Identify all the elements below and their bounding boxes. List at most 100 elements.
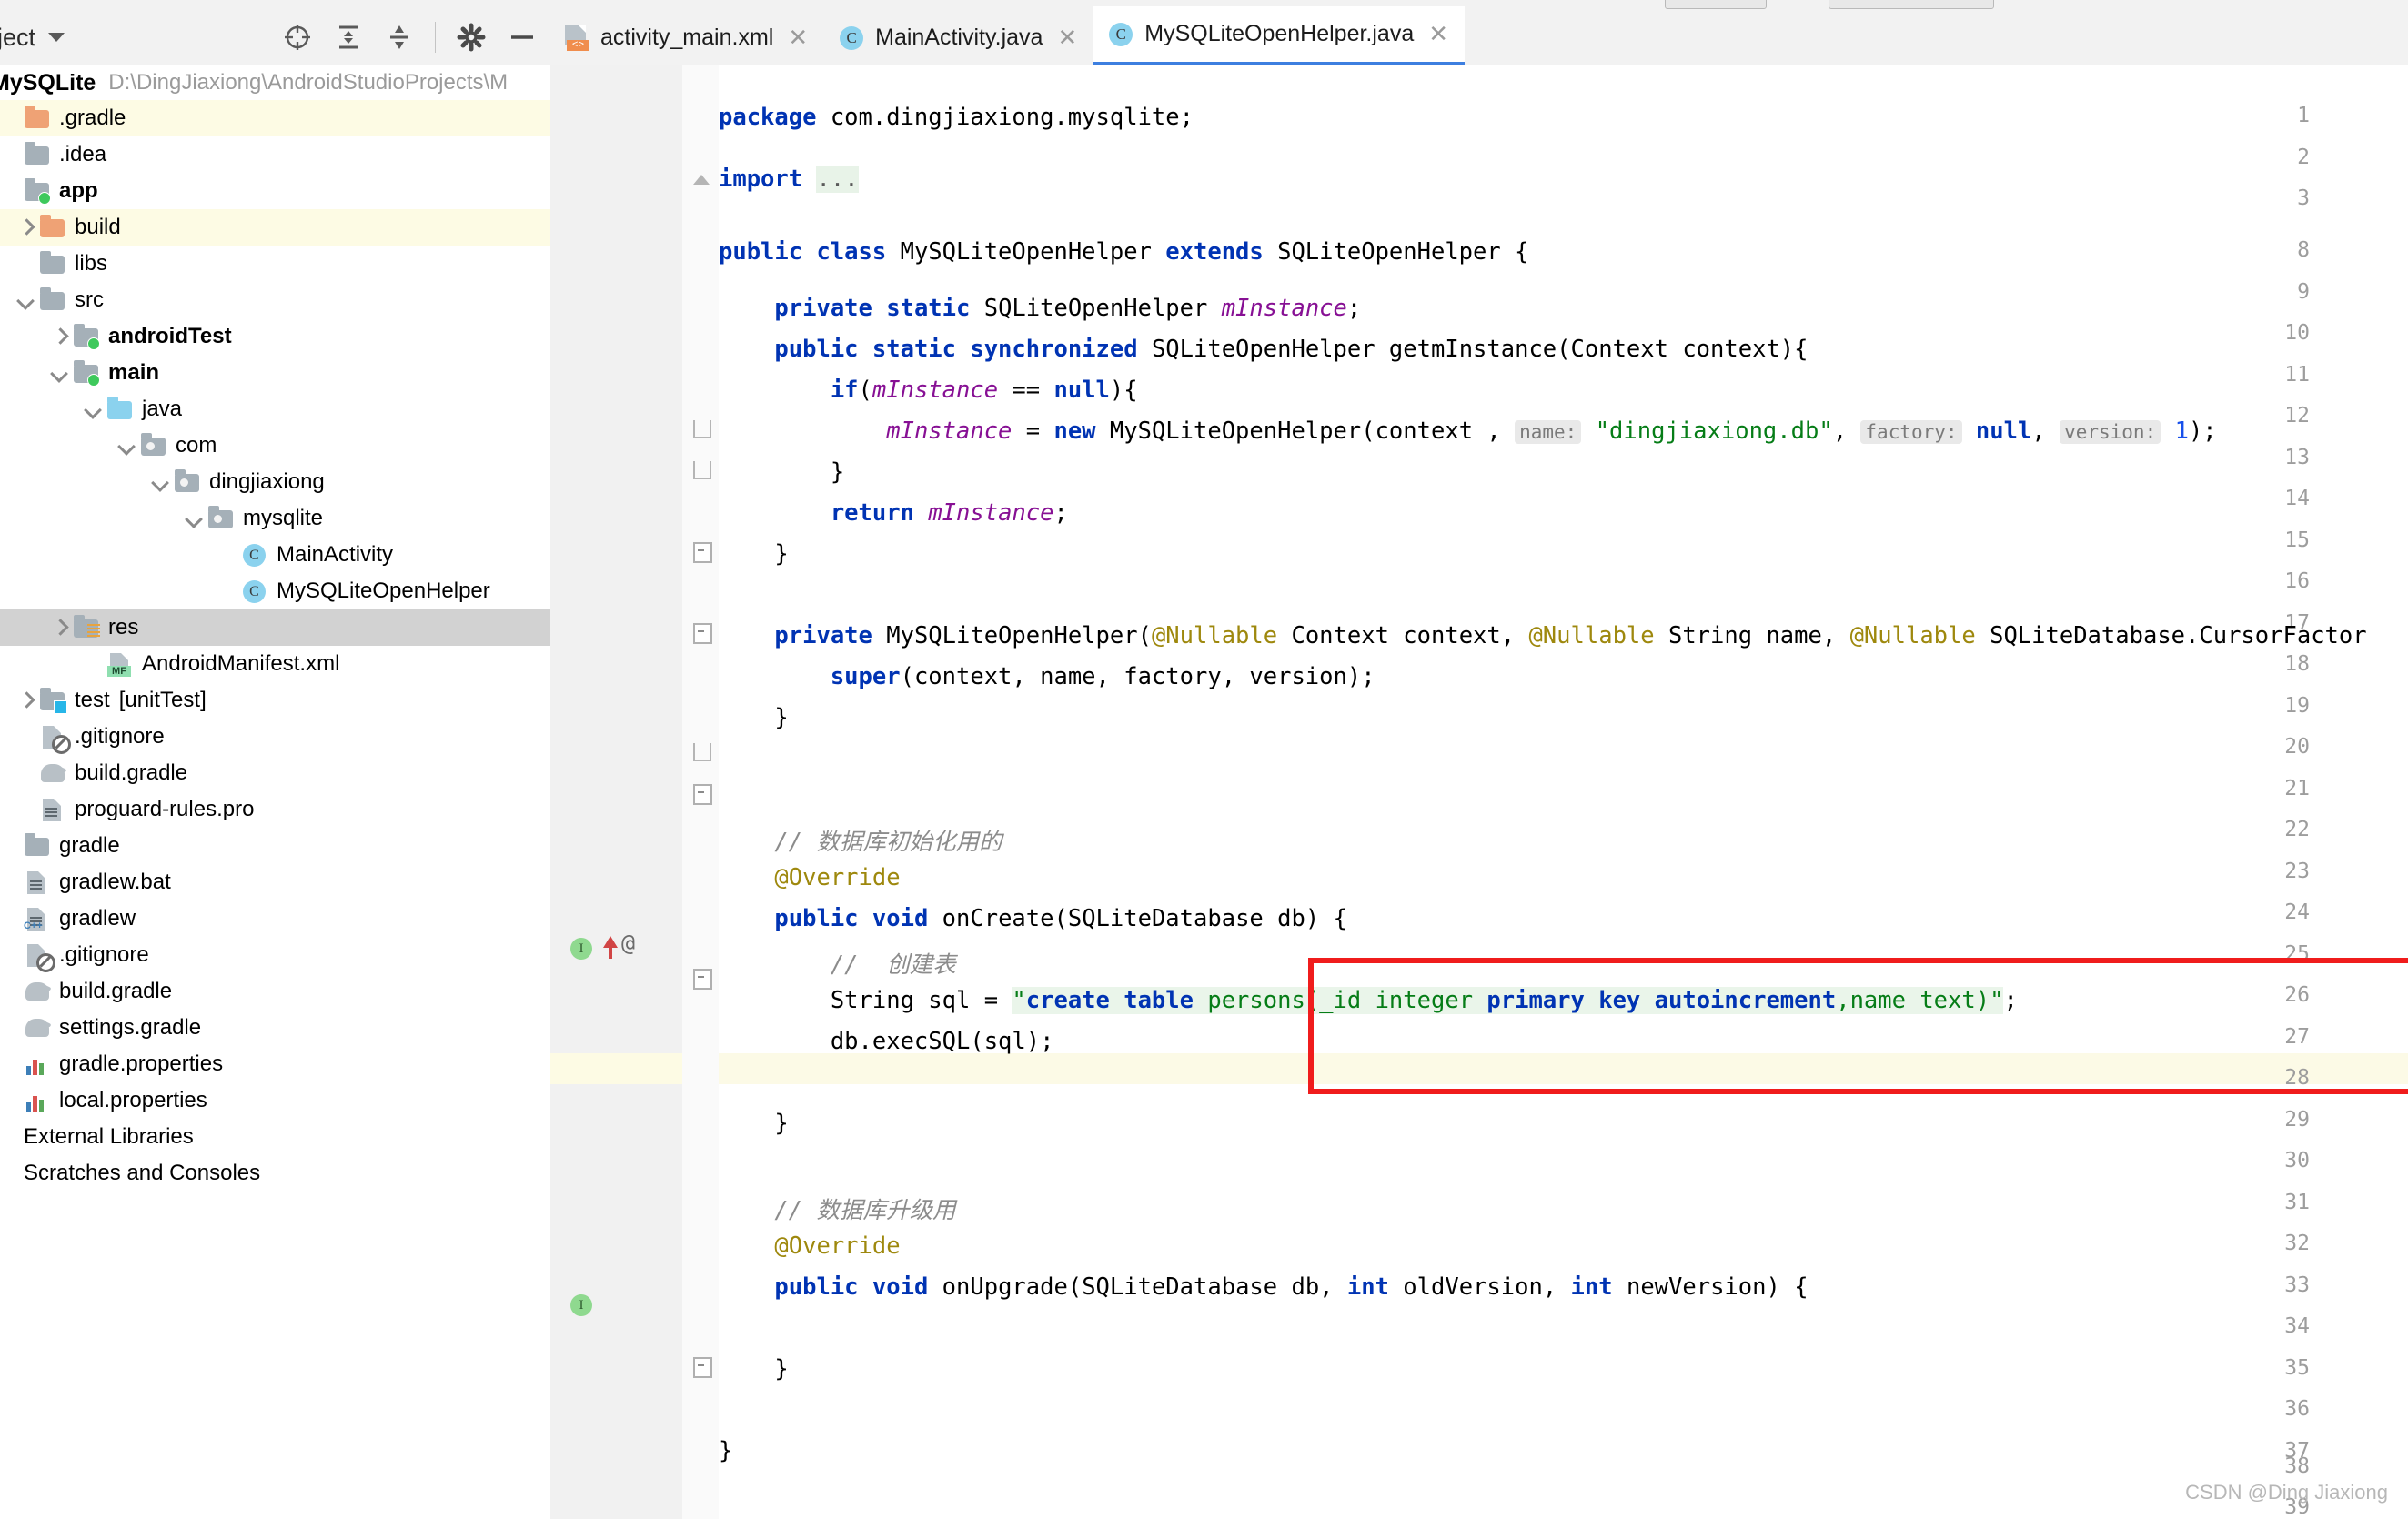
tree-item-src[interactable]: src [0,282,550,318]
chevron-down-icon[interactable] [116,436,136,456]
code-editor[interactable]: 1 2 3 8 9 10 11 12 13 14 15 16 17 18 19 20 21 22 23 24 25 26 2… [550,65,2408,1519]
tree-item-label: build.gradle [75,760,188,785]
tab-activity-main-xml[interactable]: <> activity_main.xml ✕ [550,10,824,65]
fold-marker-19[interactable] [693,743,711,761]
chevron-right-icon[interactable] [49,618,69,638]
fold-marker-34[interactable] [693,1357,712,1378]
collapse-all-icon[interactable] [384,22,415,53]
editor-tab-bar[interactable]: <> activity_main.xml ✕ C MainActivity.ja… [550,6,2408,66]
chevron-down-icon[interactable] [15,290,35,310]
chevron-right-icon[interactable] [15,690,35,710]
fold-marker-import[interactable] [693,175,710,185]
chevron-down-icon[interactable] [48,33,65,42]
tree-item-label: gradlew [59,906,136,931]
tree-item-test[interactable]: test [unitTest] [0,682,550,719]
fold-marker-21[interactable] [693,784,712,805]
tree-item--idea[interactable]: .idea [0,136,550,173]
hide-panel-icon[interactable] [507,22,538,53]
folder-icon [24,833,51,858]
tree-item--gitignore[interactable]: .gitignore [0,937,550,973]
tree-item-proguard-rules-pro[interactable]: proguard-rules.pro [0,791,550,828]
tree-item-gradlew[interactable]: C++ gradlew [0,900,550,937]
tree-item-res[interactable]: res [0,609,550,646]
tree-item-libs[interactable]: libs [0,246,550,282]
tree-item-external-libraries[interactable]: External Libraries [0,1119,550,1155]
line-number: 2 [2297,146,2310,169]
line-number: 24 [2284,900,2310,924]
fold-marker-13[interactable] [693,461,711,479]
fold-marker-15[interactable] [693,542,712,563]
cut-toolbar-button-1[interactable] [1665,0,1767,9]
project-tree[interactable]: .gradle .idea app build libs src androidTest ma… [0,100,550,1519]
tree-item-label: settings.gradle [59,1015,202,1040]
package-folder-icon [140,433,167,458]
tree-item-label: proguard-rules.pro [75,797,255,821]
toolbar-divider [435,22,436,53]
expand-all-icon[interactable] [333,22,364,53]
override-arrow-icon[interactable] [603,936,618,959]
chevron-down-icon[interactable] [184,508,204,528]
line-number: 28 [2284,1066,2310,1090]
java-class-icon: C [839,25,864,51]
tree-item-label: build.gradle [59,979,173,1003]
project-panel-title[interactable]: oject [0,24,35,52]
line-number: 11 [2284,363,2310,387]
tree-item-scratches-and-consoles[interactable]: Scratches and Consoles [0,1155,550,1192]
close-icon[interactable]: ✕ [788,24,808,52]
implementing-method-icon[interactable]: I [570,938,592,960]
tab-mysqliteopenhelper-java[interactable]: C MySQLiteOpenHelper.java ✕ [1093,6,1466,65]
tree-item-dingjiaxiong[interactable]: dingjiaxiong [0,464,550,500]
annotation-at-icon[interactable]: @ [621,930,635,956]
tree-item-main[interactable]: main [0,355,550,391]
tree-item-androidtest[interactable]: androidTest [0,318,550,355]
tree-item-java[interactable]: java [0,391,550,428]
tree-item-label: .gradle [59,106,126,130]
cut-toolbar-button-2[interactable] [1829,0,1994,9]
tree-item-local-properties[interactable]: local.properties [0,1082,550,1119]
settings-gear-icon[interactable] [456,22,487,53]
chevron-right-icon[interactable] [49,327,69,347]
tree-item-com[interactable]: com [0,428,550,464]
tree-item-gradlew-bat[interactable]: gradlew.bat [0,864,550,900]
line-number: 22 [2284,818,2310,841]
line-number: 35 [2284,1356,2310,1380]
close-icon[interactable]: ✕ [1428,20,1448,48]
tab-mainactivity-java[interactable]: C MainActivity.java ✕ [824,10,1093,65]
tree-item--gitignore[interactable]: .gitignore [0,719,550,755]
line-number: 8 [2297,238,2310,262]
tree-item-mysqlite[interactable]: mysqlite [0,500,550,537]
xml-layout-icon: <> [565,25,589,51]
chevron-down-icon[interactable] [150,472,170,492]
close-icon[interactable]: ✕ [1057,24,1077,52]
line-number: 32 [2284,1232,2310,1255]
module-root-row[interactable]: MySQLite D:\DingJiaxiong\AndroidStudioPr… [0,65,550,100]
implementing-method-icon-2[interactable]: I [570,1294,592,1316]
tree-item-androidmanifest-xml[interactable]: MF AndroidManifest.xml [0,646,550,682]
tree-item-build[interactable]: build [0,209,550,246]
tree-item-mysqliteopenhelper[interactable]: C MySQLiteOpenHelper [0,573,550,609]
tree-item-app[interactable]: app [0,173,550,209]
tree-item-build-gradle[interactable]: build.gradle [0,973,550,1010]
folder-icon [24,142,51,166]
chevron-down-icon[interactable] [49,363,69,383]
fold-marker-12[interactable] [693,420,711,438]
tree-item--gradle[interactable]: .gradle [0,100,550,136]
tree-item-label: mysqlite [243,506,324,530]
tree-item-build-gradle[interactable]: build.gradle [0,755,550,791]
tree-item-mainactivity[interactable]: C MainActivity [0,537,550,573]
chevron-right-icon[interactable] [15,217,35,237]
tree-item-settings-gradle[interactable]: settings.gradle [0,1010,550,1046]
fold-marker-25[interactable] [693,969,712,990]
locate-icon[interactable] [282,22,313,53]
project-panel-header: oject [0,9,550,66]
tree-item-gradle-properties[interactable]: gradle.properties [0,1046,550,1082]
fold-marker-17[interactable] [693,623,712,644]
chevron-down-icon[interactable] [83,399,103,419]
tree-item-label: Scratches and Consoles [24,1161,261,1185]
tree-item-gradle[interactable]: gradle [0,828,550,864]
